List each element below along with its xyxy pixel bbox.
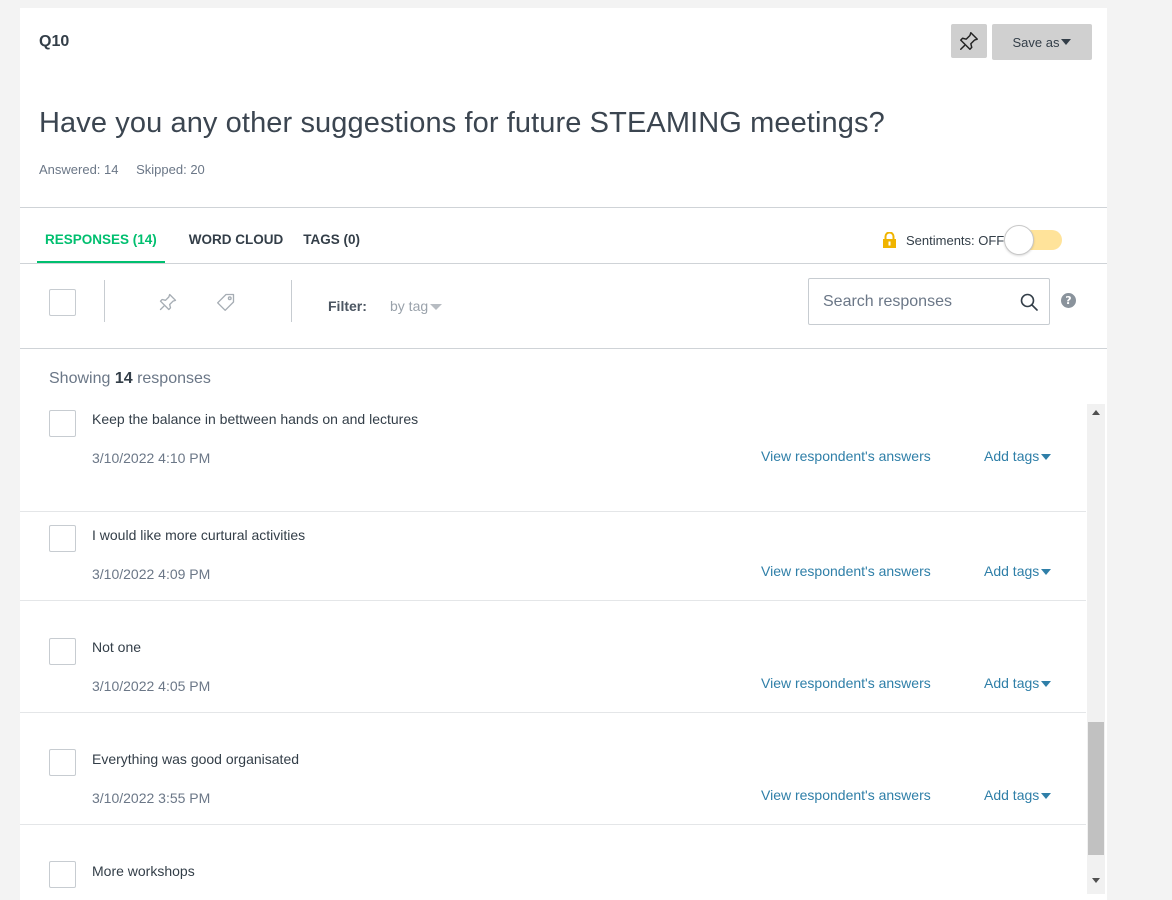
question-card: Q10 Save as Have you any other suggestio…	[20, 8, 1107, 900]
response-date: 3/10/2022 3:55 PM	[92, 790, 211, 806]
answered-count: Answered: 14	[39, 162, 119, 177]
list-item: More workshops	[20, 825, 1086, 900]
view-answers-link[interactable]: View respondent's answers	[761, 675, 931, 691]
filter-label: Filter:	[328, 298, 367, 314]
select-all-checkbox[interactable]	[49, 289, 76, 316]
view-answers-link[interactable]: View respondent's answers	[761, 563, 931, 579]
tab-word-cloud[interactable]: WORD CLOUD	[181, 230, 284, 264]
question-stats: Answered: 14 Skipped: 20	[39, 162, 205, 177]
chevron-down-icon	[1061, 39, 1072, 45]
response-text: More workshops	[92, 863, 195, 879]
response-text: Not one	[92, 639, 142, 655]
tab-responses[interactable]: RESPONSES (14)	[37, 230, 165, 264]
scroll-down-arrow-icon[interactable]	[1092, 878, 1100, 883]
view-answers-link[interactable]: View respondent's answers	[761, 787, 931, 803]
response-checkbox[interactable]	[49, 525, 76, 552]
list-item: Everything was good organisated 3/10/202…	[20, 713, 1086, 825]
list-item: Not one 3/10/2022 4:05 PM View responden…	[20, 601, 1086, 713]
help-icon[interactable]: ?	[1061, 293, 1076, 308]
response-text: I would like more curtural activities	[92, 527, 306, 543]
response-date: 3/10/2022 4:05 PM	[92, 678, 211, 694]
sentiments-label: Sentiments: OFF	[906, 232, 1005, 248]
response-date: 3/10/2022 4:10 PM	[92, 450, 211, 466]
question-number: Q10	[39, 33, 70, 50]
scroll-up-arrow-icon[interactable]	[1092, 410, 1100, 415]
chevron-down-icon	[1041, 793, 1052, 800]
add-tags-label: Add tags	[984, 787, 1040, 803]
toggle-knob	[1004, 225, 1035, 255]
search-box	[808, 278, 1050, 325]
scroll-thumb[interactable]	[1088, 722, 1104, 855]
add-tags-label: Add tags	[984, 563, 1040, 579]
filter-dropdown[interactable]: by tag	[390, 298, 443, 314]
filter-value: by tag	[390, 298, 429, 314]
divider	[291, 280, 292, 322]
pin-button[interactable]	[951, 24, 987, 58]
tab-bar: RESPONSES (14) WORD CLOUD TAGS (0)	[37, 230, 360, 264]
add-tags-button[interactable]: Add tags	[984, 675, 1052, 691]
add-tags-button[interactable]: Add tags	[984, 563, 1052, 579]
add-tags-button[interactable]: Add tags	[984, 448, 1052, 464]
chevron-down-icon	[430, 304, 443, 311]
pin-icon[interactable]	[158, 292, 178, 312]
lock-icon	[883, 231, 896, 248]
sentiments-toggle[interactable]	[1004, 225, 1063, 255]
chevron-down-icon	[1041, 681, 1052, 688]
divider	[104, 280, 105, 322]
save-as-button[interactable]: Save as	[992, 24, 1092, 60]
responses-toolbar: Filter: by tag ?	[20, 264, 1107, 349]
response-checkbox[interactable]	[49, 638, 76, 665]
view-answers-link[interactable]: View respondent's answers	[761, 448, 931, 464]
add-tags-button[interactable]: Add tags	[984, 787, 1052, 803]
sentiments-control: Sentiments: OFF	[882, 225, 1063, 255]
save-as-label: Save as	[1012, 34, 1060, 50]
skipped-count: Skipped: 20	[136, 162, 205, 177]
search-icon[interactable]	[1020, 293, 1038, 311]
tab-tags[interactable]: TAGS (0)	[295, 230, 360, 264]
search-input[interactable]	[823, 291, 1013, 313]
showing-count: Showing 14 responses	[49, 370, 211, 387]
responses-scrollbar[interactable]	[1087, 404, 1105, 894]
response-checkbox[interactable]	[49, 861, 76, 888]
divider	[20, 348, 1107, 349]
response-checkbox[interactable]	[49, 410, 76, 437]
tag-icon[interactable]	[216, 292, 236, 312]
responses-list: Keep the balance in bettween hands on an…	[20, 404, 1086, 900]
response-text: Everything was good organisated	[92, 751, 300, 767]
list-item: I would like more curtural activities 3/…	[20, 489, 1086, 601]
divider	[20, 207, 1107, 208]
chevron-down-icon	[1041, 569, 1052, 576]
add-tags-label: Add tags	[984, 448, 1040, 464]
chevron-down-icon	[1041, 454, 1052, 461]
add-tags-label: Add tags	[984, 675, 1040, 691]
question-title: Have you any other suggestions for futur…	[39, 107, 885, 139]
response-checkbox[interactable]	[49, 749, 76, 776]
response-text: Keep the balance in bettween hands on an…	[92, 411, 419, 427]
pin-icon	[960, 32, 978, 50]
response-date: 3/10/2022 4:09 PM	[92, 566, 211, 582]
